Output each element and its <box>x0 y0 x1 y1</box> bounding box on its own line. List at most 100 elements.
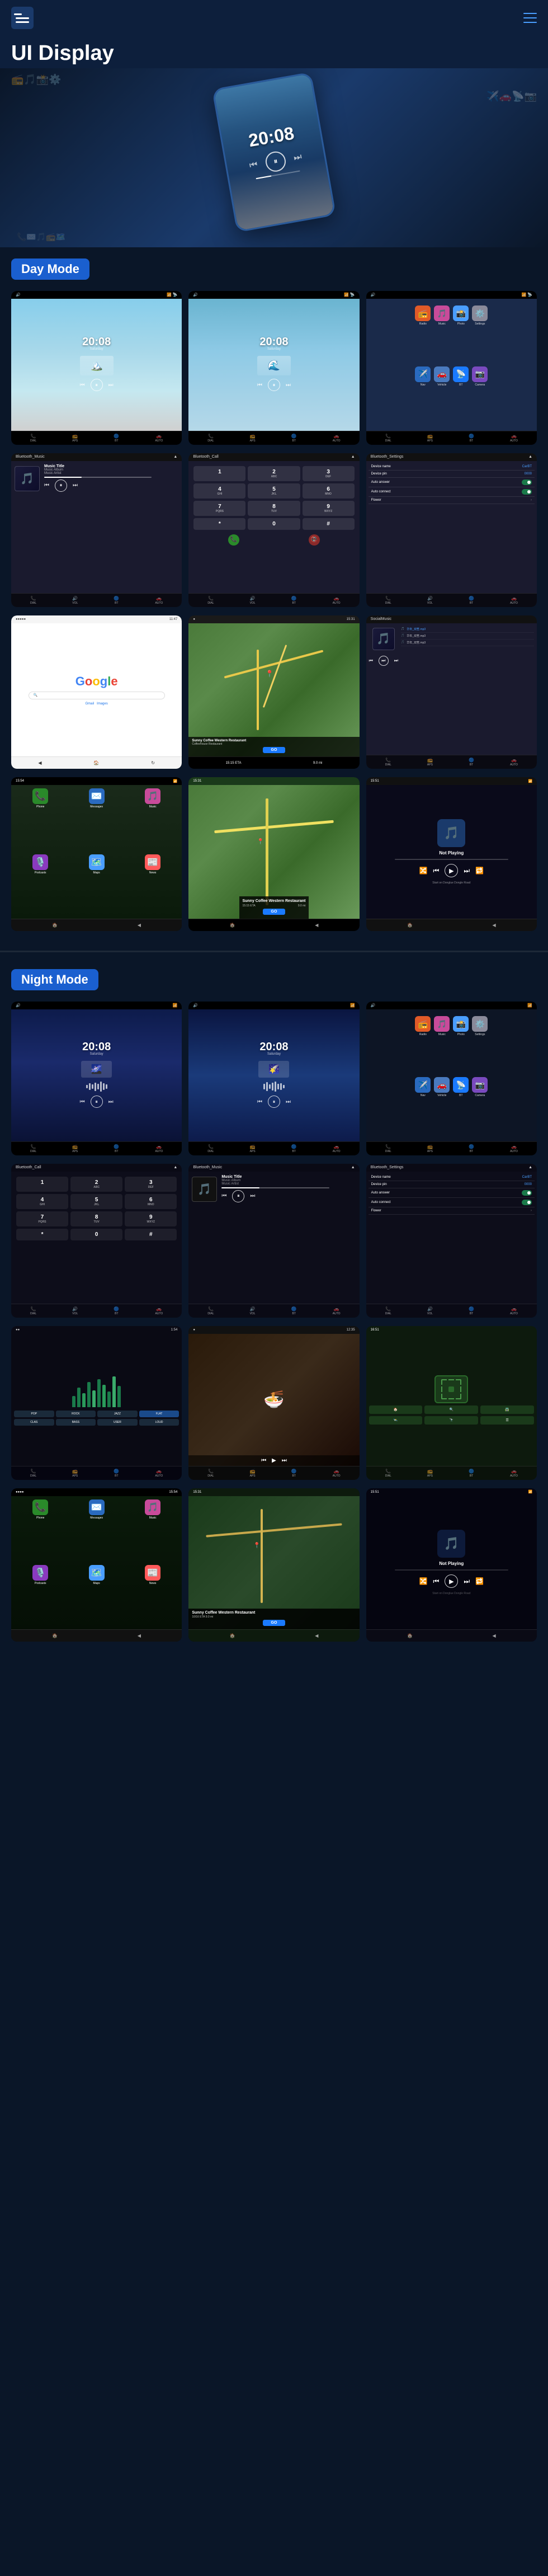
dial-8[interactable]: 8TUV <box>248 501 300 516</box>
night-cp-home-3[interactable]: 🏠 <box>407 1633 413 1638</box>
night-app-bt[interactable]: 📡BT <box>453 1077 469 1135</box>
night-auto-3[interactable]: 🚗AUTO <box>510 1144 518 1153</box>
app-bt[interactable]: 📡BT <box>453 366 469 424</box>
night-dial-n[interactable]: 📞DIAL <box>385 1469 391 1478</box>
vid-next[interactable]: ⏭ <box>282 1458 287 1464</box>
nav-btn-home[interactable]: 🏠 <box>369 1405 423 1414</box>
social-next[interactable]: ⏭ <box>394 658 398 664</box>
nav-aps-1[interactable]: 📻APS <box>72 434 78 443</box>
nav-phone-bt[interactable]: 📞DIAL <box>30 596 36 605</box>
hero-play-button[interactable]: ⏸ <box>264 149 287 173</box>
night-app-music[interactable]: 🎵Music <box>434 1016 450 1074</box>
night-auto-2[interactable]: 🚗AUTO <box>333 1144 341 1153</box>
app-vehicle[interactable]: 🚗Vehicle <box>434 366 450 424</box>
bt-play[interactable]: ⏸ <box>55 480 67 492</box>
nav-back[interactable]: ◀ <box>38 760 41 765</box>
night-nav-vol-m[interactable]: 🔊VOL <box>250 1306 256 1315</box>
nav-auto-bt[interactable]: 🚗AUTO <box>155 596 163 605</box>
night-m-next[interactable]: ⏭ <box>250 1193 255 1199</box>
app-settings[interactable]: ⚙️Settings <box>472 305 488 363</box>
cp-messages[interactable]: ✉️Messages <box>70 788 122 849</box>
nav-bt-2[interactable]: 🔵BT <box>291 434 297 443</box>
eq-btn-5[interactable]: CLAS <box>14 1419 54 1426</box>
nav-auto-1[interactable]: 🚗AUTO <box>155 434 163 443</box>
night-auto-1[interactable]: 🚗AUTO <box>155 1144 163 1153</box>
night-dial-hash[interactable]: # <box>125 1229 177 1240</box>
dial-5[interactable]: 5JKL <box>248 483 300 499</box>
night-nav-bt-c[interactable]: 🔵BT <box>114 1306 119 1315</box>
eq-btn-8[interactable]: LOUD <box>139 1419 179 1426</box>
dial-hash[interactable]: # <box>303 518 355 530</box>
night-cp-news[interactable]: 📰News <box>127 1565 178 1626</box>
night-dial-2[interactable]: 2ABC <box>70 1177 122 1192</box>
nav-auto-2[interactable]: 🚗AUTO <box>333 434 341 443</box>
night-nav-auto-s[interactable]: 🚗AUTO <box>510 1306 518 1315</box>
dial-2[interactable]: 2ABC <box>248 466 300 481</box>
next-btn-1[interactable]: ⏭ <box>108 382 114 388</box>
cp-back-1[interactable]: ◀ <box>138 923 141 928</box>
night-dial-eq[interactable]: 📞DIAL <box>30 1469 36 1478</box>
night-bt-2[interactable]: 🔵BT <box>291 1144 297 1153</box>
nav-aps-soc[interactable]: 📻APS <box>427 758 433 767</box>
nav-bt-soc[interactable]: 🔵BT <box>469 758 474 767</box>
vid-prev[interactable]: ⏮ <box>261 1458 266 1464</box>
night-prev-2[interactable]: ⏮ <box>257 1099 262 1105</box>
hangup-btn[interactable]: 📵 <box>309 534 320 546</box>
night-nav-auto-c[interactable]: 🚗AUTO <box>155 1306 163 1315</box>
night-cp-home-1[interactable]: 🏠 <box>52 1633 58 1638</box>
night-dial-6[interactable]: 6MNO <box>125 1194 177 1209</box>
night-dial-4[interactable]: 4GHI <box>16 1194 68 1209</box>
nav-bt-bt[interactable]: 🔵BT <box>114 596 119 605</box>
night-dial-9[interactable]: 9WXYZ <box>125 1211 177 1226</box>
night-app-settings[interactable]: ⚙️Settings <box>472 1016 488 1074</box>
dial-0[interactable]: 0 <box>248 518 300 530</box>
social-play[interactable]: ⏭ <box>379 656 389 666</box>
nav-dial-call[interactable]: 📞DIAL <box>207 596 214 605</box>
night-cp-back-1[interactable]: ◀ <box>138 1633 141 1638</box>
bt-next[interactable]: ⏭ <box>73 482 78 488</box>
eq-btn-1[interactable]: POP <box>14 1411 54 1417</box>
nav-home-google[interactable]: 🏠 <box>93 760 99 765</box>
night-cp-podcasts[interactable]: 🎙️Podcasts <box>15 1565 66 1626</box>
night-nav-vol-s[interactable]: 🔊VOL <box>427 1306 433 1315</box>
app-camera[interactable]: 📷Camera <box>472 366 488 424</box>
nav-btn-sat[interactable]: 🛰️ <box>369 1416 423 1425</box>
app-radio[interactable]: 📻Radio <box>415 305 431 363</box>
nav-dial-1[interactable]: 📞DIAL <box>30 434 36 443</box>
night-bt-n[interactable]: 🔵BT <box>469 1469 474 1478</box>
eq-btn-6[interactable]: BASS <box>56 1419 96 1426</box>
nav-btn-menu[interactable]: ☰ <box>480 1416 534 1425</box>
night-cp-back-2[interactable]: ◀ <box>315 1633 318 1638</box>
night-app-vehicle[interactable]: 🚗Vehicle <box>434 1077 450 1135</box>
cp-repeat[interactable]: 🔁 <box>475 867 484 875</box>
night-cp-music[interactable]: 🎵Music <box>127 1499 178 1560</box>
night-nav-bt-m[interactable]: 🔵BT <box>291 1306 297 1315</box>
nav-dial-2[interactable]: 📞DIAL <box>207 434 214 443</box>
auto-connect-toggle[interactable] <box>522 489 532 495</box>
eq-btn-7[interactable]: USER <box>97 1419 138 1426</box>
song-item-3[interactable]: 🎵华年_双笙.mp3 <box>401 640 534 646</box>
night-next-1[interactable]: ⏭ <box>108 1099 114 1105</box>
nav-btn-search[interactable]: 🔍 <box>424 1405 478 1414</box>
nav-auto-soc[interactable]: 🚗AUTO <box>510 758 518 767</box>
eq-btn-4[interactable]: FLAT <box>139 1411 179 1417</box>
play-btn-1[interactable]: ⏸ <box>91 379 103 391</box>
night-aps-n[interactable]: 📻APS <box>427 1469 433 1478</box>
cp-news[interactable]: 📰News <box>127 854 178 915</box>
cp-home-1[interactable]: 🏠 <box>52 923 58 928</box>
night-nav-auto-m[interactable]: 🚗AUTO <box>333 1306 341 1315</box>
dial-star[interactable]: * <box>193 518 245 530</box>
night-play-2[interactable]: ⏸ <box>268 1096 280 1108</box>
nav-vol-bt[interactable]: 🔊VOL <box>72 596 78 605</box>
night-nav-vol-c[interactable]: 🔊VOL <box>72 1306 78 1315</box>
app-nav[interactable]: ✈️Nav <box>415 366 431 424</box>
night-dial-1[interactable]: 📞DIAL <box>30 1144 36 1153</box>
hamburger-menu[interactable] <box>523 13 537 23</box>
night-cp-messages[interactable]: ✉️Messages <box>70 1499 122 1560</box>
auto-answer-toggle[interactable] <box>522 480 532 485</box>
cp-back-3[interactable]: ◀ <box>493 923 496 928</box>
night-dial-3[interactable]: 3DEF <box>125 1177 177 1192</box>
cp-music-cp[interactable]: 🎵Music <box>127 788 178 849</box>
night-dial-1[interactable]: 1 <box>16 1177 68 1192</box>
eq-btn-2[interactable]: ROCK <box>56 1411 96 1417</box>
